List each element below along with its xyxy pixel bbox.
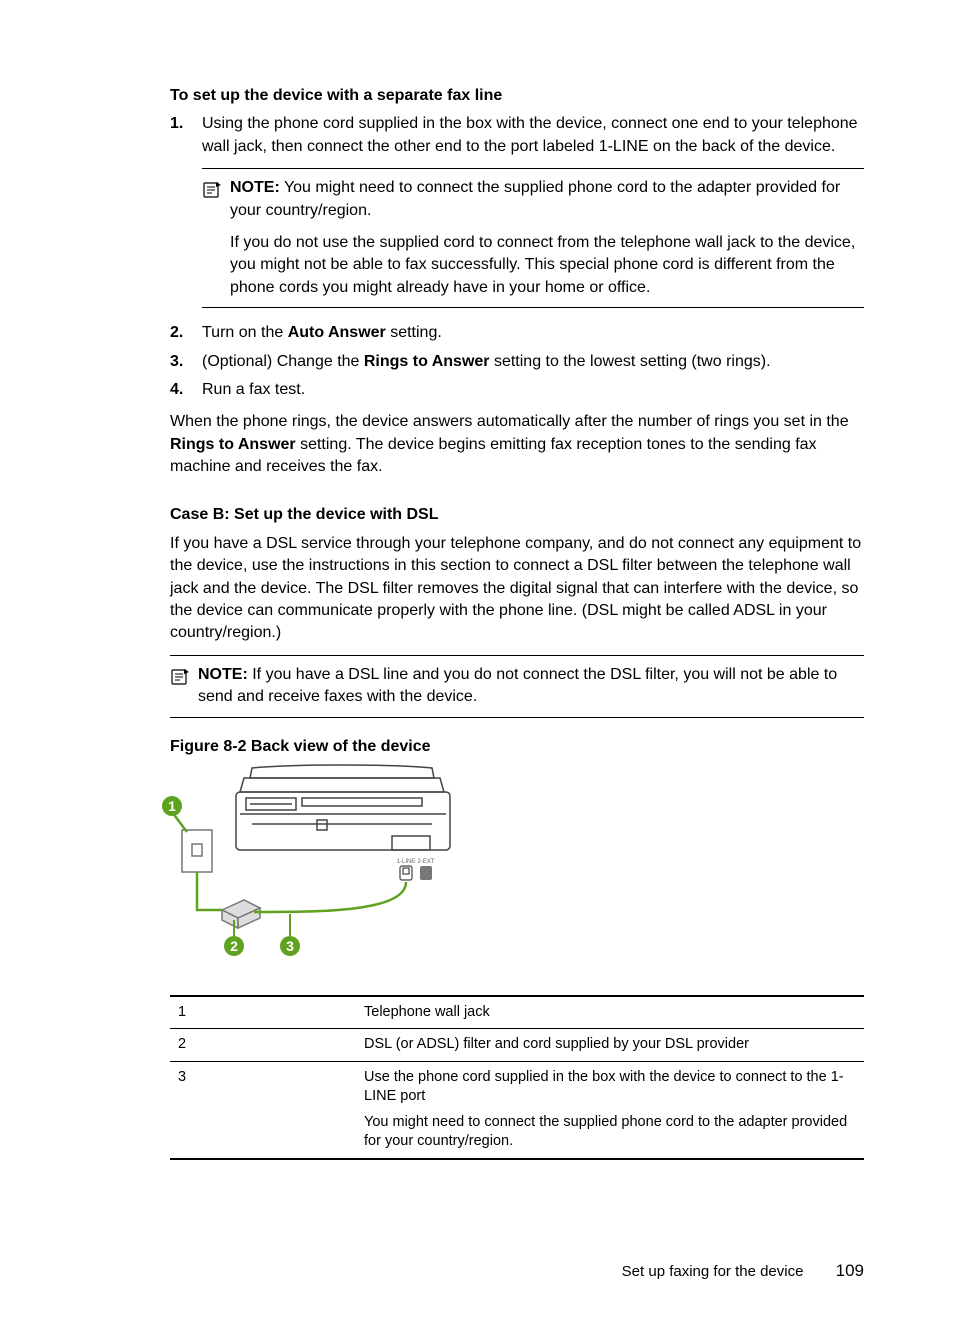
note-text-block: NOTE: You might need to connect the supp…	[230, 177, 864, 299]
label-1line: 1-LINE	[397, 859, 416, 865]
step-3: 3. (Optional) Change the Rings to Answer…	[170, 351, 864, 373]
step-text: Run a fax test.	[202, 381, 305, 398]
step-bold: Rings to Answer	[364, 353, 490, 370]
step-text-a: Turn on the	[202, 324, 288, 341]
note-text: If you have a DSL line and you do not co…	[198, 666, 837, 705]
step-number: 1.	[170, 113, 202, 158]
note-text-block: NOTE: If you have a DSL line and you do …	[198, 664, 864, 709]
note-label: NOTE:	[198, 666, 248, 683]
legend-value: Use the phone cord supplied in the box w…	[356, 1061, 864, 1159]
para-bold: Rings to Answer	[170, 436, 296, 453]
legend-key: 3	[170, 1061, 356, 1159]
page-number: 109	[836, 1261, 864, 1281]
page-footer: Set up faxing for the device 109	[622, 1261, 864, 1281]
step-text-b: setting.	[386, 324, 442, 341]
figure-caption: Figure 8-2 Back view of the device	[170, 738, 864, 756]
step-number: 4.	[170, 379, 202, 401]
step-text: Using the phone cord supplied in the box…	[202, 115, 858, 154]
step-body: Run a fax test.	[202, 379, 864, 401]
note-icon	[170, 664, 198, 691]
table-row: 2 DSL (or ADSL) filter and cord supplied…	[170, 1029, 864, 1062]
para-a: When the phone rings, the device answers…	[170, 413, 849, 430]
step-bold: Auto Answer	[288, 324, 386, 341]
table-row: 1 Telephone wall jack	[170, 996, 864, 1029]
step-text-b: setting to the lowest setting (two rings…	[490, 353, 771, 370]
step-text-a: (Optional) Change the	[202, 353, 364, 370]
paragraph-dsl: If you have a DSL service through your t…	[170, 533, 864, 645]
legend-value: Telephone wall jack	[356, 996, 864, 1029]
note-icon	[202, 177, 230, 204]
svg-text:2: 2	[230, 938, 238, 954]
step-body: (Optional) Change the Rings to Answer se…	[202, 351, 864, 373]
step-number: 3.	[170, 351, 202, 373]
note-para-1: You might need to connect the supplied p…	[230, 179, 840, 218]
step-number: 2.	[170, 322, 202, 344]
legend-v3a: Use the phone cord supplied in the box w…	[364, 1068, 856, 1107]
step-body: Using the phone cord supplied in the box…	[202, 113, 864, 158]
note-box-1: NOTE: You might need to connect the supp…	[202, 168, 864, 308]
legend-value: DSL (or ADSL) filter and cord supplied b…	[356, 1029, 864, 1062]
note-para-2: If you do not use the supplied cord to c…	[230, 232, 864, 299]
ordered-steps: 1. Using the phone cord supplied in the …	[170, 113, 864, 401]
figure-8-2: 1-LINE 2-EXT	[162, 760, 856, 965]
legend-table: 1 Telephone wall jack 2 DSL (or ADSL) fi…	[170, 995, 864, 1160]
paragraph-after-steps: When the phone rings, the device answers…	[170, 411, 864, 478]
section-heading-2: Case B: Set up the device with DSL	[170, 504, 864, 526]
note-box-2: NOTE: If you have a DSL line and you do …	[170, 655, 864, 718]
step-1: 1. Using the phone cord supplied in the …	[170, 113, 864, 158]
legend-key: 2	[170, 1029, 356, 1062]
legend-key: 1	[170, 996, 356, 1029]
step-2: 2. Turn on the Auto Answer setting.	[170, 322, 864, 344]
legend-v3b: You might need to connect the supplied p…	[364, 1113, 856, 1152]
step-4: 4. Run a fax test.	[170, 379, 864, 401]
section-heading-1: To set up the device with a separate fax…	[170, 85, 864, 107]
footer-section-title: Set up faxing for the device	[622, 1263, 804, 1280]
svg-text:1: 1	[168, 798, 176, 814]
svg-text:3: 3	[286, 938, 294, 954]
note-label: NOTE:	[230, 179, 280, 196]
label-2ext: 2-EXT	[417, 859, 434, 865]
table-row: 3 Use the phone cord supplied in the box…	[170, 1061, 864, 1159]
step-body: Turn on the Auto Answer setting.	[202, 322, 864, 344]
page-content: To set up the device with a separate fax…	[0, 0, 954, 1321]
